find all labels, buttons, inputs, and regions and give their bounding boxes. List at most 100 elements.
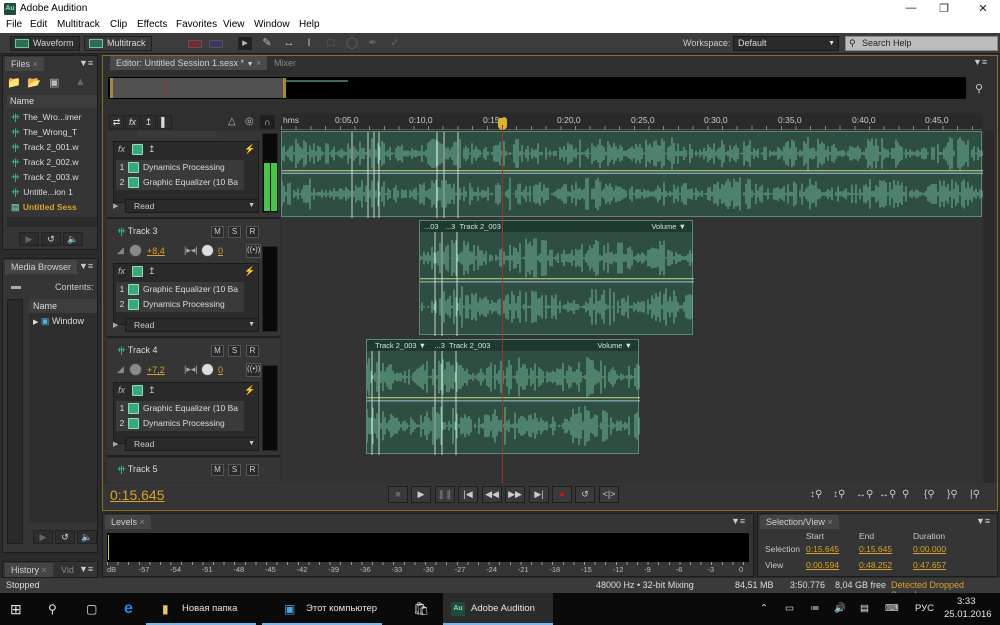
volume-value[interactable]: +8,4	[147, 246, 165, 256]
expand-icon[interactable]: ▶	[113, 202, 118, 210]
menu-clip[interactable]: Clip	[110, 19, 127, 30]
file-item[interactable]: +|+ Track 2_002.w	[11, 155, 97, 170]
loop-preview-button[interactable]: ↺	[55, 530, 75, 544]
selection-end[interactable]: 0:15.645	[859, 544, 892, 554]
pan-knob[interactable]	[201, 244, 214, 257]
time-selection-tool-icon[interactable]: I	[302, 37, 316, 50]
zoom-to-selection-icon[interactable]: ⚲	[975, 82, 983, 95]
file-item[interactable]: +|+ The_Wro...imer	[11, 110, 97, 125]
view-start[interactable]: 0:00.594	[806, 560, 839, 570]
tab-history[interactable]: History ×	[5, 563, 53, 577]
toggle-sends-icon[interactable]: ↥	[141, 115, 156, 129]
mute-button[interactable]: M	[211, 345, 224, 357]
record-arm-button[interactable]: R	[246, 345, 259, 357]
close-icon[interactable]: ×	[827, 517, 832, 527]
brush-tool-icon[interactable]: ✒	[366, 37, 380, 50]
toggle-fx-icon[interactable]: fx	[125, 115, 140, 129]
drive-icon[interactable]: ▬	[11, 281, 21, 292]
expand-icon[interactable]: ▶	[113, 440, 118, 448]
zoom-to-in-point-icon[interactable]: {⚲	[924, 489, 935, 500]
go-to-start-button[interactable]: |◀	[458, 486, 478, 503]
minimize-button[interactable]: —	[896, 2, 926, 14]
audio-clip[interactable]: ...03 ...3 Track 2_003 Volume ▼	[419, 220, 694, 336]
new-file-icon[interactable]: ▣	[49, 76, 59, 89]
zoom-selection-icon[interactable]: |⚲	[970, 489, 980, 500]
effect-power-icon[interactable]	[128, 284, 139, 296]
effect-power-icon[interactable]	[128, 299, 139, 311]
menu-window[interactable]: Window	[254, 19, 290, 30]
zoom-in-time-icon[interactable]: ↔⚲	[856, 489, 873, 500]
spectral-pitch-icon[interactable]	[209, 40, 223, 48]
file-item-active[interactable]: ▤ Untitled Sess	[11, 200, 97, 215]
rack-power-icon[interactable]	[132, 266, 143, 277]
file-item[interactable]: +|+ Track 2_001.w	[11, 140, 97, 155]
import-file-icon[interactable]: 📂	[27, 76, 41, 89]
waveform-view-button[interactable]: Waveform	[10, 36, 80, 51]
playhead-line[interactable]	[502, 125, 503, 485]
volume-value[interactable]: +7,2	[147, 365, 165, 375]
close-icon[interactable]: ×	[256, 58, 261, 68]
menu-help[interactable]: Help	[299, 19, 320, 30]
loop-playback-button[interactable]: ↺	[575, 486, 595, 503]
record-button[interactable]: ●	[552, 486, 572, 503]
clock-date[interactable]: 25.01.2016	[944, 609, 992, 620]
play-preview-button[interactable]: ▶	[33, 530, 53, 544]
panel-menu-icon[interactable]: ▼≡	[973, 57, 987, 67]
current-time-display[interactable]: 0:15.645	[110, 487, 165, 503]
close-button[interactable]: ✕	[968, 2, 998, 15]
automation-mode-select[interactable]: Read ▼	[125, 199, 259, 213]
store-icon[interactable]: 🛍	[413, 593, 430, 625]
rewind-button[interactable]: ◀◀	[482, 486, 502, 503]
effect-slot[interactable]: 1 Graphic Equalizer (10 Ba	[116, 401, 244, 416]
record-arm-button[interactable]: R	[246, 226, 259, 238]
lasso-tool-icon[interactable]: ◯	[345, 37, 359, 50]
pan-knob[interactable]	[201, 363, 214, 376]
solo-button[interactable]: S	[228, 226, 241, 238]
effect-slot[interactable]: 2 Dynamics Processing	[116, 297, 244, 312]
menu-multitrack[interactable]: Multitrack	[57, 19, 100, 30]
menu-effects[interactable]: Effects	[137, 19, 167, 30]
pause-button[interactable]: ❚❚	[435, 486, 455, 503]
zoom-out-full-icon[interactable]: ⚲	[902, 489, 909, 500]
marquee-tool-icon[interactable]: □	[324, 37, 338, 50]
action-center-icon[interactable]: ▤	[860, 593, 869, 625]
media-tree-pane[interactable]	[7, 299, 23, 544]
workspace-select[interactable]: Default ▼	[733, 36, 839, 51]
pre-post-fader-icon[interactable]: ↥	[148, 266, 156, 277]
keyboard-icon[interactable]: ⌨	[885, 593, 899, 625]
overview-view-range[interactable]	[110, 78, 286, 98]
tab-selection-view[interactable]: Selection/View ×	[760, 515, 839, 529]
taskbar-app-this-pc[interactable]: ▣ Этот компьютер	[262, 593, 382, 625]
close-icon[interactable]: ×	[140, 517, 145, 527]
metronome-icon[interactable]: △	[228, 116, 236, 127]
panel-menu-icon[interactable]: ▼≡	[976, 516, 990, 526]
loop-preview-button[interactable]: ↺	[41, 232, 61, 246]
track-name[interactable]: +|+ Track 3	[117, 226, 158, 236]
rack-power-icon[interactable]	[132, 144, 143, 155]
slip-tool-icon[interactable]: ↔	[282, 37, 296, 50]
move-tool-icon[interactable]: ▸	[238, 37, 252, 50]
clock-time[interactable]: 3:33	[957, 596, 976, 607]
edge-browser-icon[interactable]: e	[124, 593, 133, 625]
menu-edit[interactable]: Edit	[30, 19, 47, 30]
panel-menu-icon[interactable]: ▼≡	[79, 261, 93, 271]
go-to-end-button[interactable]: ▶|	[529, 486, 549, 503]
pan-value[interactable]: 0	[218, 365, 223, 375]
tab-files[interactable]: Files ×	[5, 57, 44, 71]
open-file-icon[interactable]: 📁	[7, 76, 21, 89]
multitrack-view-button[interactable]: Multitrack	[84, 36, 152, 51]
lightning-icon[interactable]: ⚡	[244, 144, 255, 155]
solo-button[interactable]: S	[228, 464, 241, 476]
zoom-out-time-icon[interactable]: ↔⚲	[879, 489, 896, 500]
tab-editor[interactable]: Editor: Untitled Session 1.sesx * ▼ ×	[110, 56, 268, 70]
files-horizontal-scrollbar[interactable]	[7, 217, 97, 227]
close-icon[interactable]: ×	[42, 565, 47, 575]
mute-button[interactable]: M	[211, 464, 224, 476]
pre-post-fader-icon[interactable]: ↥	[148, 385, 156, 396]
tab-media-browser[interactable]: Media Browser	[5, 260, 78, 274]
monitor-input-button[interactable]: ((•))	[246, 244, 261, 258]
effect-power-icon[interactable]	[128, 162, 139, 174]
view-end[interactable]: 0:48.252	[859, 560, 892, 570]
volume-knob[interactable]	[129, 244, 142, 257]
toggle-io-icon[interactable]: ⇄	[109, 115, 124, 129]
